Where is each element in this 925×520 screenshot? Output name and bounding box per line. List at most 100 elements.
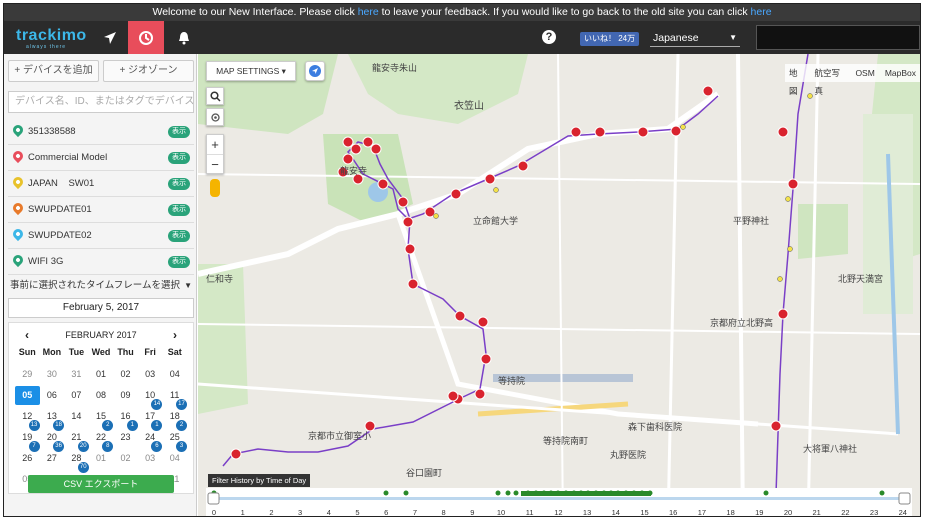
history-point-marker[interactable] <box>454 310 466 322</box>
history-point-marker[interactable] <box>362 136 374 148</box>
time-of-day-slider[interactable]: 0 1 2 3 4 5 6 7 8 9 10 11 12 13 14 15 16 17 18 19 20 21 22 23 24 <box>206 488 912 516</box>
device-item[interactable]: WIFI 3G 表示 <box>8 249 194 275</box>
calendar-day[interactable]: 03 <box>138 365 163 384</box>
bell-icon[interactable] <box>166 21 202 54</box>
map-settings-button[interactable]: MAP SETTINGS ▾ <box>206 61 296 81</box>
calendar-day[interactable]: 22 8 <box>89 428 114 452</box>
device-item[interactable]: SWUPDATE01 表示 <box>8 197 194 223</box>
calendar-day[interactable]: 30 <box>40 365 65 384</box>
calendar-day[interactable]: 14 <box>64 407 89 426</box>
history-point-marker[interactable] <box>484 173 496 185</box>
language-select[interactable]: Japanese ▼ <box>650 29 740 47</box>
history-point-marker[interactable] <box>350 143 362 155</box>
history-point-marker[interactable] <box>702 85 714 97</box>
calendar-day[interactable]: 28 70 <box>64 449 89 473</box>
calendar-day[interactable]: 16 1 <box>113 407 138 431</box>
history-point-marker[interactable] <box>342 153 354 165</box>
next-month-icon[interactable]: › <box>173 327 177 343</box>
calendar-day[interactable]: 24 6 <box>138 428 163 452</box>
map-type-mapbox[interactable]: MapBox <box>885 64 916 82</box>
calendar-day[interactable]: 23 <box>113 428 138 447</box>
timeline-start-handle[interactable] <box>207 492 220 505</box>
history-point-marker[interactable] <box>477 316 489 328</box>
calendar-day[interactable]: 02 <box>113 449 138 468</box>
calendar-day[interactable]: 11 17 <box>162 386 187 410</box>
calendar-day[interactable]: 29 <box>15 365 40 384</box>
calendar-day[interactable]: 31 <box>64 365 89 384</box>
map-search-button[interactable] <box>206 87 224 105</box>
calendar-day[interactable]: 26 <box>15 449 40 468</box>
history-point-marker[interactable] <box>770 420 782 432</box>
calendar-day[interactable]: 25 3 <box>162 428 187 452</box>
timeframe-select[interactable]: 事前に選択されたタイムフレームを選択 ▼ <box>10 278 194 294</box>
map-area[interactable]: 龍安寺朱山 衣笠山 龍安寺 仁和寺 立命館大学 等持院 京都市立御室小 北野天満… <box>198 54 920 516</box>
show-device-button[interactable]: 表示 <box>168 126 190 138</box>
add-device-button[interactable]: + デバイスを追加 <box>8 60 99 82</box>
history-point-marker[interactable] <box>637 126 649 138</box>
old-site-link[interactable]: here <box>751 6 772 18</box>
device-item[interactable]: Commercial Model 表示 <box>8 145 194 171</box>
calendar-day[interactable]: 12 13 <box>15 407 40 431</box>
history-icon[interactable] <box>128 21 164 54</box>
history-point-marker[interactable] <box>342 136 354 148</box>
history-point-marker[interactable] <box>370 143 382 155</box>
calendar-day[interactable]: 21 20 <box>64 428 89 452</box>
map-type-map[interactable]: 地図 <box>789 64 804 96</box>
calendar-day[interactable]: 07 <box>64 386 89 405</box>
zoom-out-button[interactable]: − <box>207 154 223 174</box>
history-point-marker[interactable] <box>397 196 409 208</box>
calendar-day[interactable]: 20 36 <box>40 428 65 452</box>
device-search-input[interactable]: デバイス名、ID、またはタグでデバイスを検索 <box>8 91 194 113</box>
my-location-button[interactable] <box>206 108 224 126</box>
show-device-button[interactable]: 表示 <box>168 178 190 190</box>
calendar-day[interactable]: 01 <box>89 449 114 468</box>
calendar-day[interactable]: 06 <box>40 386 65 405</box>
history-point-marker[interactable] <box>377 178 389 190</box>
calendar-day[interactable]: 27 <box>40 449 65 468</box>
history-point-marker[interactable] <box>517 160 529 172</box>
zoom-in-button[interactable]: + <box>207 135 223 154</box>
help-icon[interactable]: ? <box>542 30 556 44</box>
add-geozone-button[interactable]: + ジオゾーン <box>103 60 194 82</box>
device-item[interactable]: SWUPDATE02 表示 <box>8 223 194 249</box>
history-point-marker[interactable] <box>230 448 242 460</box>
csv-export-button[interactable]: CSV エクスポート <box>28 475 174 493</box>
calendar-day[interactable]: 03 <box>138 449 163 468</box>
show-device-button[interactable]: 表示 <box>168 256 190 268</box>
calendar-day[interactable]: 19 7 <box>15 428 40 452</box>
calendar-day[interactable]: 15 2 <box>89 407 114 431</box>
calendar-day[interactable]: 10 14 <box>138 386 163 410</box>
map-type-osm[interactable]: OSM <box>855 64 874 82</box>
history-point-marker[interactable] <box>474 388 486 400</box>
calendar-day[interactable]: 13 18 <box>40 407 65 431</box>
calendar-day[interactable]: 17 1 <box>138 407 163 431</box>
street-view-pegman-icon[interactable] <box>210 179 220 197</box>
calendar-day[interactable]: 04 <box>162 365 187 384</box>
calendar-day[interactable]: 02 <box>113 365 138 384</box>
device-item[interactable]: JAPAN SW01 表示 <box>8 171 194 197</box>
history-point-marker[interactable] <box>594 126 606 138</box>
user-account-box[interactable] <box>756 25 920 50</box>
feedback-link[interactable]: here <box>358 6 379 18</box>
history-point-marker[interactable] <box>450 188 462 200</box>
location-arrow-icon[interactable] <box>92 21 128 54</box>
prev-month-icon[interactable]: ‹ <box>25 327 29 343</box>
locate-button[interactable] <box>305 61 325 81</box>
map-type-satellite[interactable]: 航空写真 <box>814 64 845 96</box>
history-point-marker[interactable] <box>670 125 682 137</box>
history-point-marker[interactable] <box>447 390 459 402</box>
history-point-marker[interactable] <box>777 126 789 138</box>
calendar-day[interactable]: 08 <box>89 386 114 405</box>
calendar-day[interactable]: 05 <box>15 386 40 405</box>
history-point-marker[interactable] <box>404 243 416 255</box>
facebook-like-button[interactable]: いいね！ 24万 <box>580 32 640 46</box>
history-point-marker[interactable] <box>480 353 492 365</box>
history-point-marker[interactable] <box>402 216 414 228</box>
show-device-button[interactable]: 表示 <box>168 204 190 216</box>
calendar-day[interactable]: 18 2 <box>162 407 187 431</box>
history-point-marker[interactable] <box>407 278 419 290</box>
logo[interactable]: trackimo <box>16 27 87 45</box>
calendar-day[interactable]: 09 <box>113 386 138 405</box>
calendar-day[interactable]: 04 <box>162 449 187 468</box>
show-device-button[interactable]: 表示 <box>168 230 190 242</box>
